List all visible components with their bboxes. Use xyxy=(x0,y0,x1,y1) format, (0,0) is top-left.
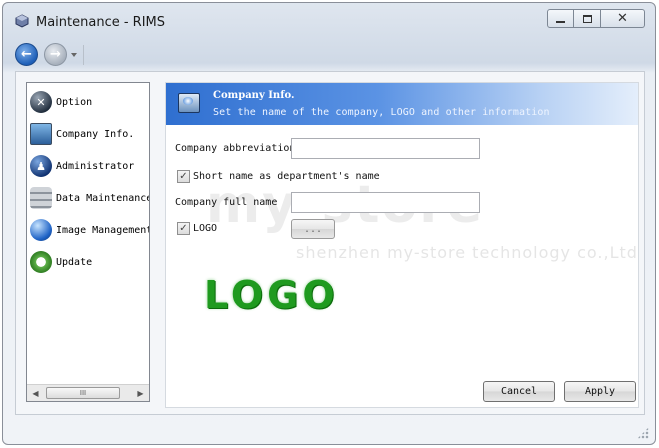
app-icon xyxy=(15,14,29,28)
sidebar-item-label: Update xyxy=(56,256,93,268)
window-title: Maintenance - RIMS xyxy=(36,15,166,30)
short-name-checkbox[interactable]: ✓ xyxy=(177,170,190,183)
sidebar-item-label: Data Maintenance xyxy=(56,192,150,204)
scroll-right-icon[interactable]: ▶ xyxy=(132,385,149,401)
monitor-icon xyxy=(30,123,52,145)
database-icon xyxy=(30,187,52,209)
navigation-bar: ← → xyxy=(3,39,655,69)
status-bar xyxy=(3,419,655,444)
scroll-thumb[interactable]: III xyxy=(46,387,120,399)
forward-button[interactable]: → xyxy=(44,43,67,66)
client-area: ✕ Option Company Info. ♟ Administrator D… xyxy=(15,71,645,415)
sidebar-item-label: Image Management xyxy=(56,224,150,236)
cancel-button[interactable]: Cancel xyxy=(483,381,555,402)
gear-icon xyxy=(30,251,52,273)
logo-checkbox[interactable]: ✓ xyxy=(177,222,190,235)
maximize-icon xyxy=(582,14,592,23)
sidebar-item-label: Administrator xyxy=(56,160,135,172)
sidebar-item-company-info[interactable]: Company Info. xyxy=(30,121,149,147)
checkmark-icon: ✓ xyxy=(179,222,188,234)
sidebar-item-image-management[interactable]: Image Management xyxy=(30,217,150,243)
panel-title: Company Info. xyxy=(213,90,295,101)
company-full-name-input[interactable] xyxy=(291,192,480,213)
sidebar-item-data-maintenance[interactable]: Data Maintenance xyxy=(30,185,150,211)
arrow-right-icon: → xyxy=(50,47,61,62)
minimize-icon xyxy=(556,20,565,23)
sidebar-item-option[interactable]: ✕ Option xyxy=(30,89,149,115)
logo-preview: LOGO xyxy=(204,273,339,317)
title-bar: Maintenance - RIMS ✕ xyxy=(3,3,655,37)
maintenance-window: Maintenance - RIMS ✕ ← → ✕ Option Compan… xyxy=(2,2,656,445)
history-dropdown-icon[interactable] xyxy=(71,53,77,57)
arrow-left-icon: ← xyxy=(21,47,32,62)
sidebar-item-administrator[interactable]: ♟ Administrator xyxy=(30,153,149,179)
sidebar-item-label: Company Info. xyxy=(56,128,135,140)
sidebar-item-label: Option xyxy=(56,96,93,108)
company-full-name-label: Company full name xyxy=(175,197,278,208)
globe-icon xyxy=(30,219,52,241)
user-icon: ♟ xyxy=(30,155,52,177)
panel-header-banner: Company Info. Set the name of the compan… xyxy=(166,83,638,125)
back-button[interactable]: ← xyxy=(15,43,38,66)
company-abbreviation-input[interactable] xyxy=(291,138,480,159)
company-info-panel: Company Info. Set the name of the compan… xyxy=(165,82,639,408)
toolbar-separator xyxy=(83,45,84,65)
company-abbreviation-label: Company abbreviation xyxy=(175,143,291,154)
maximize-button[interactable] xyxy=(574,9,601,28)
sidebar-horizontal-scrollbar[interactable]: ◀ III ▶ xyxy=(27,384,149,401)
sidebar: ✕ Option Company Info. ♟ Administrator D… xyxy=(26,82,150,402)
browse-logo-button[interactable]: ... xyxy=(291,219,335,239)
monitor-icon xyxy=(178,93,200,113)
close-button[interactable]: ✕ xyxy=(601,9,645,28)
panel-subtitle: Set the name of the company, LOGO and ot… xyxy=(213,107,550,118)
wrench-icon: ✕ xyxy=(30,91,52,113)
resize-grip-icon[interactable] xyxy=(637,427,649,439)
short-name-label: Short name as department's name xyxy=(193,171,380,182)
minimize-button[interactable] xyxy=(547,9,574,28)
scroll-left-icon[interactable]: ◀ xyxy=(27,385,44,401)
apply-button[interactable]: Apply xyxy=(564,381,636,402)
sidebar-item-update[interactable]: Update xyxy=(30,249,149,275)
logo-label: LOGO xyxy=(193,223,218,234)
checkmark-icon: ✓ xyxy=(179,170,188,182)
watermark-subtext: shenzhen my-store technology co.,Ltd xyxy=(296,243,638,262)
